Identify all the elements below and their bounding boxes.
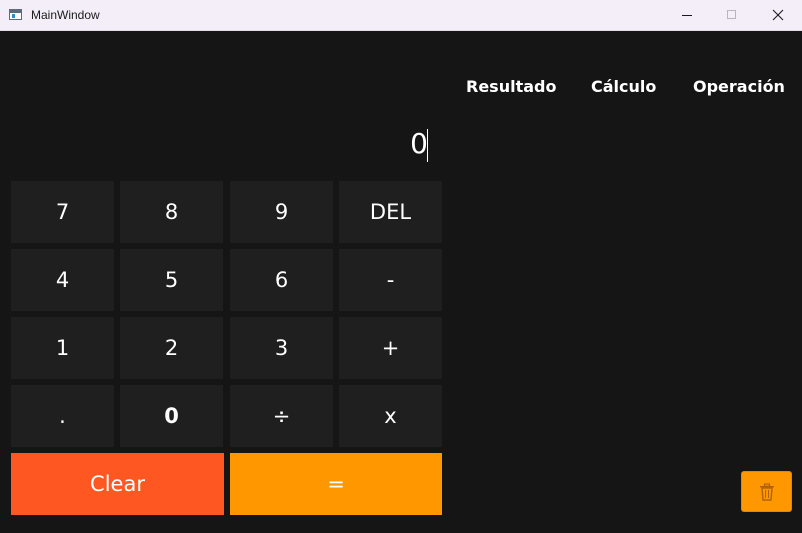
add-button[interactable]: +	[339, 317, 442, 379]
main-window: MainWindow 0 7 8 9 DEL 4 5 6 - 1 2 3 + .…	[0, 0, 802, 533]
equals-button[interactable]: =	[230, 453, 442, 515]
delete-button[interactable]: DEL	[339, 181, 442, 243]
divide-button[interactable]: ÷	[230, 385, 333, 447]
key-7[interactable]: 7	[11, 181, 114, 243]
title-bar: MainWindow	[0, 0, 802, 31]
key-8[interactable]: 8	[120, 181, 223, 243]
history-header-resultado: Resultado	[466, 77, 557, 96]
trash-icon	[759, 482, 774, 501]
key-4[interactable]: 4	[11, 249, 114, 311]
text-caret	[427, 129, 428, 162]
key-0[interactable]: 0	[120, 385, 223, 447]
calculator-display[interactable]: 0	[8, 120, 428, 168]
clear-history-button[interactable]	[741, 471, 792, 512]
clear-button[interactable]: Clear	[11, 453, 224, 515]
key-9[interactable]: 9	[230, 181, 333, 243]
minimize-button[interactable]	[664, 0, 710, 30]
key-2[interactable]: 2	[120, 317, 223, 379]
multiply-button[interactable]: x	[339, 385, 442, 447]
history-header-operacion: Operación	[693, 77, 785, 96]
maximize-button[interactable]	[709, 0, 755, 30]
history-header-calculo: Cálculo	[591, 77, 657, 96]
close-icon	[772, 9, 784, 21]
key-3[interactable]: 3	[230, 317, 333, 379]
window-title: MainWindow	[31, 8, 100, 22]
decimal-button[interactable]: .	[11, 385, 114, 447]
subtract-button[interactable]: -	[339, 249, 442, 311]
app-window-icon	[9, 9, 22, 20]
key-1[interactable]: 1	[11, 317, 114, 379]
key-6[interactable]: 6	[230, 249, 333, 311]
close-button[interactable]	[755, 0, 801, 30]
key-5[interactable]: 5	[120, 249, 223, 311]
